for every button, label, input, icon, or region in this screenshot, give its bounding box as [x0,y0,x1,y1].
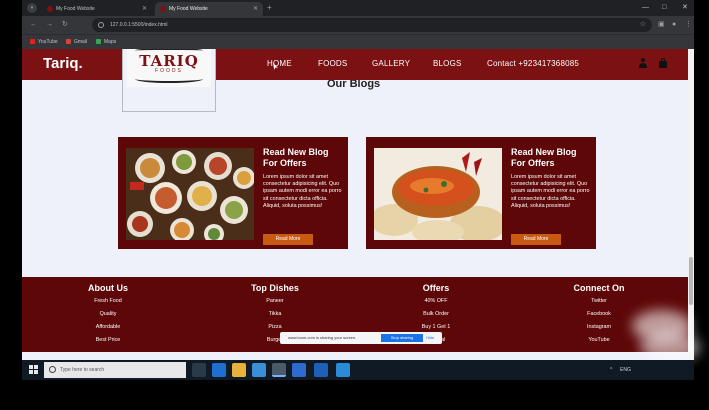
webcam-glare [640,332,700,362]
curry-bowl-image [374,148,502,240]
footer-heading: About Us [88,283,128,293]
read-more-button[interactable]: Read More [511,234,561,245]
page-viewport: Our Blogs Read New Blog For Offers Lorem… [22,49,694,360]
tab-search-icon[interactable]: ▾ [27,3,37,13]
back-arrow-icon[interactable]: ← [30,19,37,31]
tab-favicon-icon [160,6,166,12]
close-tab-icon[interactable]: ✕ [142,2,147,16]
blog-title: Read New Blog For Offers [511,147,577,168]
forward-arrow-icon[interactable]: → [46,19,53,31]
logo-text: TARIQ [139,52,199,70]
logo-badge: TARIQ FOODS [127,49,211,87]
taskbar-search-input[interactable]: Type here to search [44,362,186,378]
stop-sharing-button[interactable]: Stop sharing [381,334,423,342]
footer-link[interactable]: Affordable [38,321,178,334]
logo-flourish-bottom [135,75,203,83]
screen-share-bar: www.loom.com is sharing your screen. Sto… [280,332,442,344]
read-more-button[interactable]: Read More [263,234,313,245]
url-text[interactable]: 127.0.0.1:5500/index.html [110,18,168,32]
nav-gallery[interactable]: GALLERY [372,58,410,70]
footer-heading: Offers [422,283,450,293]
file-explorer-icon[interactable] [232,363,246,377]
footer-link[interactable]: 40% OFF [366,295,506,308]
footer-link[interactable]: Quality [38,308,178,321]
language-indicator[interactable]: ENG [620,360,631,380]
blog-card: Read New Blog For Offers Lorem ipsum dol… [118,137,348,249]
brand-name[interactable]: Tariq. [43,54,83,74]
hide-button[interactable]: Hide [426,334,434,342]
footer-heading: Top Dishes [251,283,299,293]
footer-link[interactable]: Fresh Food [38,295,178,308]
shopping-bag-icon[interactable] [658,58,668,68]
food-platter-image [126,148,254,240]
extensions-icon[interactable]: ▣ [658,19,665,31]
blog-card: Read New Blog For Offers Lorem ipsum dol… [366,137,596,249]
site-logo[interactable]: TARIQ FOODS [122,49,216,112]
tab-title: My Food Website [169,6,208,12]
browser-tab[interactable]: My Food Website ✕ [42,2,152,16]
system-tray-arrow-icon[interactable]: ^ [610,360,612,380]
nav-contact[interactable]: Contact +923417368085 [487,58,579,70]
close-tab-icon[interactable]: ✕ [253,2,258,16]
blog-excerpt: Lorem ipsum dolor sit amet consectetur a… [263,174,342,209]
bookmark-label: Maps [104,39,117,45]
footer-link[interactable]: Bulk Order [366,308,506,321]
screen: ▾ My Food Website ✕ My Food Website ✕ + … [0,0,709,410]
logo-subtext: FOODS [155,68,183,74]
footer-link[interactable]: Best Price [38,334,178,347]
maps-icon [96,39,101,44]
bookmark-gmail[interactable]: Gmail [66,35,87,49]
blog-title: Read New Blog For Offers [263,147,329,168]
page-scrollbar[interactable] [688,49,694,360]
footer-column-about: About Us Fresh Food Quality Affordable B… [38,281,178,347]
bookmark-label: Gmail [74,39,88,45]
chrome-icon[interactable] [272,363,286,377]
edge-browser-icon[interactable] [336,363,350,377]
bookmark-label: YouTube [38,39,58,45]
menu-icon[interactable]: ⋮ [685,19,692,31]
blog-excerpt: Lorem ipsum dolor sit amet consectetur a… [511,174,590,209]
edge-icon[interactable] [212,363,226,377]
footer-link[interactable]: Tikka [205,308,345,321]
browser-icon[interactable] [292,363,306,377]
tab-favicon-icon [47,6,53,12]
task-view-icon[interactable] [192,363,206,377]
bookmarks-bar: YouTube Gmail Maps [22,34,694,49]
tab-title: My Food Website [56,6,95,12]
new-tab-button[interactable]: + [267,2,272,14]
windows-taskbar: Type here to search ^ ENG [22,360,694,380]
search-icon [49,366,56,373]
bookmark-maps[interactable]: Maps [96,35,116,49]
share-status-text: www.loom.com is sharing your screen. [288,335,357,340]
site-navbar: Tariq. TARIQ FOODS HOME FOODS GALLERY BL… [22,49,688,112]
user-icon[interactable] [638,58,648,68]
youtube-icon [30,39,35,44]
minimize-button[interactable]: — [642,2,649,14]
nav-home[interactable]: HOME [267,58,292,70]
footer-heading: Connect On [573,283,625,293]
footer-link[interactable]: Paneer [205,295,345,308]
store-icon[interactable] [252,363,266,377]
page-bottom [22,352,694,360]
scrollbar-thumb[interactable] [689,257,693,305]
bookmark-star-icon[interactable]: ☆ [640,18,646,32]
nav-blogs[interactable]: BLOGS [433,58,462,70]
bookmark-youtube[interactable]: YouTube [30,35,58,49]
search-placeholder: Type here to search [60,367,105,373]
vscode-icon[interactable] [314,363,328,377]
reload-icon[interactable]: ↻ [62,19,68,31]
site-info-icon[interactable] [98,22,104,28]
windows-start-icon[interactable] [29,365,38,374]
browser-tab-strip: ▾ My Food Website ✕ My Food Website ✕ + … [22,0,694,16]
footer-link[interactable]: Twitter [529,295,669,308]
browser-tab-active[interactable]: My Food Website ✕ [155,2,263,16]
maximize-button[interactable]: □ [662,2,666,14]
gmail-icon [66,39,71,44]
close-window-button[interactable]: ✕ [682,2,688,14]
browser-toolbar: ← → ↻ 127.0.0.1:5500/index.html ☆ ▣ ● ⋮ [22,16,694,34]
profile-icon[interactable]: ● [672,19,676,31]
nav-foods[interactable]: FOODS [318,58,347,70]
address-bar[interactable]: 127.0.0.1:5500/index.html ☆ [92,18,652,32]
